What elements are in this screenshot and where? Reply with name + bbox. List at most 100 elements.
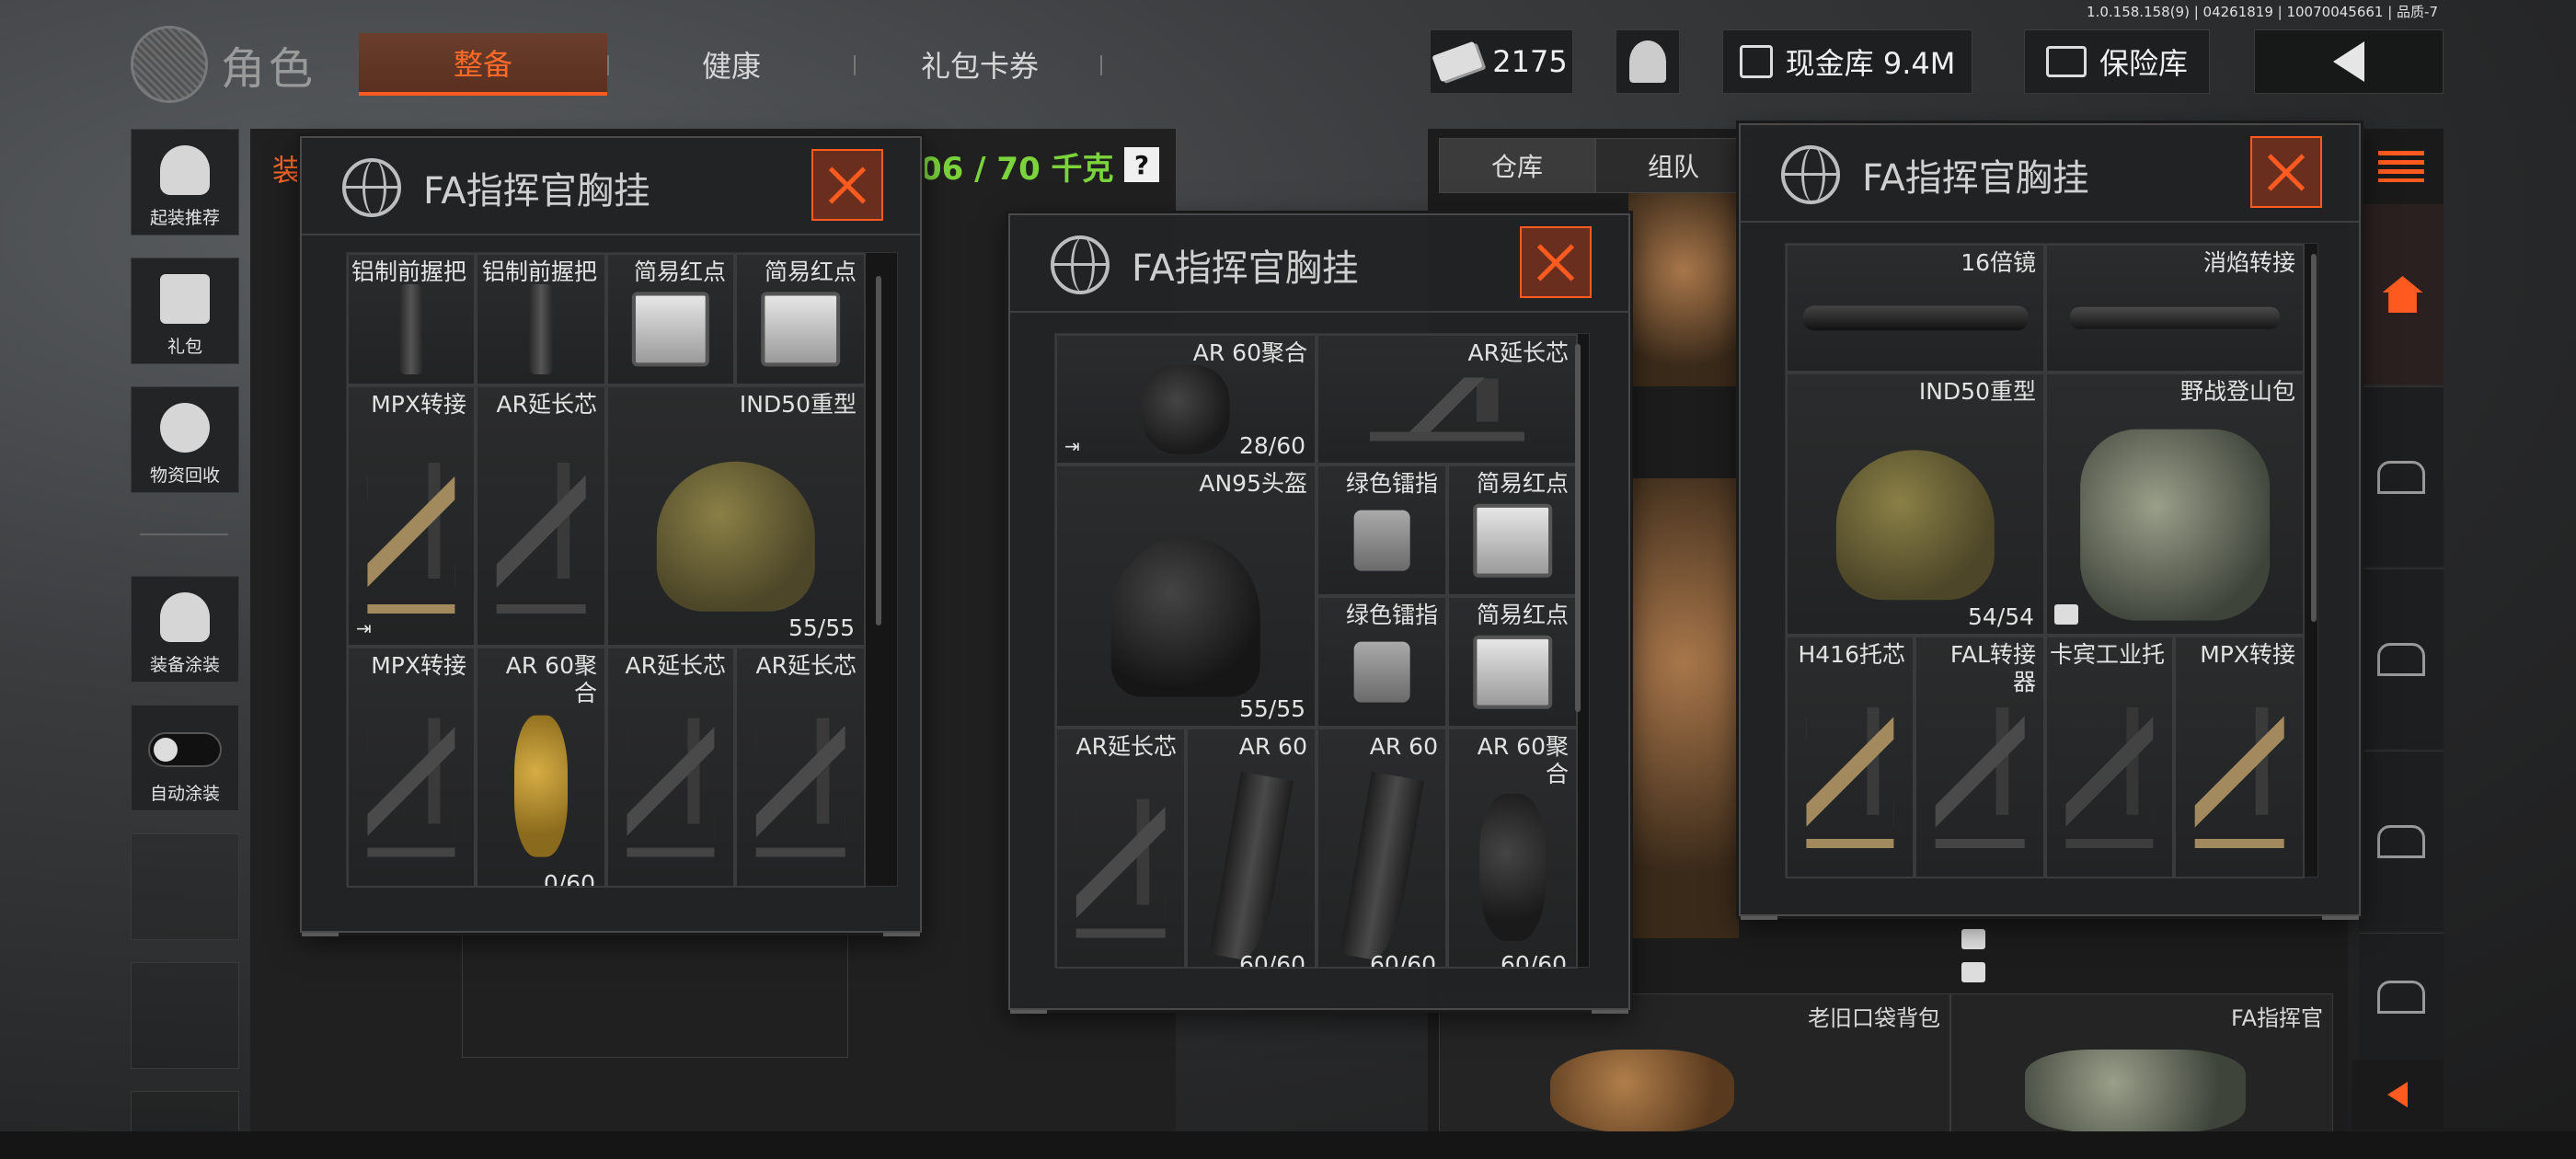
tab-health[interactable]: 健康 bbox=[607, 33, 856, 96]
sidebar-item-label: 物资回收 bbox=[149, 465, 220, 486]
container-window[interactable]: FA指挥官胸挂 16倍镜 消焰转接 IND50重型 54/54 野战登山包 H4… bbox=[1739, 123, 2361, 920]
inventory-item[interactable]: 简易红点 bbox=[1447, 596, 1578, 728]
sidebar-item-label: 起装推荐 bbox=[149, 208, 220, 228]
item-name: 铝制前握把 bbox=[351, 258, 466, 285]
inventory-item[interactable]: AR延长芯 bbox=[1055, 728, 1186, 969]
inventory-item[interactable]: IND50重型 54/54 bbox=[1786, 373, 2045, 636]
close-button[interactable] bbox=[2250, 136, 2322, 208]
foregrip-image bbox=[399, 284, 423, 375]
warehouse-room-tab[interactable] bbox=[2359, 386, 2444, 567]
item-name: 绿色镭指 bbox=[1345, 602, 1438, 628]
loadout-slot[interactable] bbox=[462, 929, 848, 1058]
warehouse-home-tab[interactable] bbox=[2359, 204, 2444, 384]
sort-button[interactable] bbox=[2359, 129, 2444, 204]
tab-team[interactable]: 组队 bbox=[1595, 138, 1752, 193]
scrollbar[interactable] bbox=[2311, 254, 2317, 622]
sidebar-item-recycle[interactable]: 物资回收 bbox=[131, 386, 239, 493]
item-ammo-count: 60/60 bbox=[1500, 951, 1567, 969]
helmet-image bbox=[1110, 536, 1261, 697]
inventory-item[interactable]: MPX转接 bbox=[347, 647, 476, 888]
container-grid: 铝制前握把 铝制前握把 简易红点 简易红点 MPX转接 ⇥ AR延长芯 IND5… bbox=[346, 252, 898, 888]
backpack-image bbox=[2080, 429, 2270, 621]
warehouse-room-tab[interactable] bbox=[2359, 751, 2444, 931]
item-ammo-count: 60/60 bbox=[1369, 951, 1436, 969]
container-window[interactable]: FA指挥官胸挂 铝制前握把 铝制前握把 简易红点 简易红点 MPX转接 ⇥ AR… bbox=[300, 136, 922, 936]
sidebar-item-auto-paint[interactable]: 自动涂装 bbox=[131, 705, 239, 811]
stash-value-button[interactable]: 现金库 9.4M bbox=[1722, 29, 1972, 94]
item-name: MPX转接 bbox=[2200, 641, 2295, 668]
inventory-item[interactable]: AR延长芯 bbox=[606, 647, 735, 888]
laser-sight-image bbox=[1353, 641, 1410, 703]
inventory-item[interactable]: 简易红点 bbox=[1447, 465, 1578, 596]
cash-display[interactable]: 2175 bbox=[1430, 29, 1573, 94]
inventory-item[interactable]: IND50重型 55/55 bbox=[606, 385, 866, 647]
magazine-image bbox=[1208, 771, 1294, 963]
stock-image bbox=[2065, 704, 2154, 848]
sidebar-item-paint[interactable]: 装备涂装 bbox=[131, 576, 239, 683]
scrollbar[interactable] bbox=[876, 276, 881, 625]
inventory-item[interactable]: 铝制前握把 bbox=[476, 253, 606, 385]
safe-button[interactable]: 保险库 bbox=[2024, 29, 2210, 94]
inventory-item[interactable]: MPX转接 ⇥ bbox=[347, 385, 476, 647]
inventory-item[interactable]: AR 60 60/60 bbox=[1317, 728, 1447, 969]
inventory-item[interactable]: AR 60聚合 60/60 bbox=[1447, 728, 1578, 969]
item-name: AR延长芯 bbox=[1467, 339, 1569, 366]
inventory-item[interactable]: 绿色镭指 bbox=[1317, 596, 1447, 728]
safe-icon bbox=[2045, 46, 2087, 77]
inventory-item[interactable]: H416托芯 bbox=[1786, 636, 1915, 878]
inventory-item[interactable]: 野战登山包 bbox=[2045, 373, 2305, 636]
close-button[interactable] bbox=[1520, 226, 1592, 298]
inventory-item[interactable]: 卡宾工业托 bbox=[2045, 636, 2174, 878]
page-title: 角色 bbox=[221, 43, 317, 95]
item-name: 野战登山包 bbox=[2179, 378, 2295, 405]
warehouse-item-image[interactable] bbox=[1628, 478, 1739, 938]
foregrip-image bbox=[529, 284, 553, 375]
warehouse-item[interactable]: 老旧口袋背包 bbox=[1439, 993, 1950, 1133]
item-name: 简易红点 bbox=[1476, 602, 1569, 628]
auto-paint-toggle[interactable] bbox=[148, 732, 222, 767]
warehouse-room-tab[interactable] bbox=[2359, 568, 2444, 749]
item-name: AR 60 bbox=[1369, 733, 1438, 760]
sidebar-item-gift[interactable]: 礼包 bbox=[131, 258, 239, 364]
window-header: FA指挥官胸挂 bbox=[342, 158, 650, 217]
close-button[interactable] bbox=[811, 149, 883, 221]
sidebar-item-recommend[interactable]: 起装推荐 bbox=[131, 129, 239, 235]
warehouse-room-tab[interactable] bbox=[2359, 933, 2444, 1060]
warehouse-item[interactable]: FA指挥官 bbox=[1950, 993, 2333, 1133]
inventory-item[interactable]: AR延长芯 bbox=[1317, 334, 1578, 465]
warehouse-item-image[interactable] bbox=[1628, 193, 1739, 386]
inventory-item[interactable]: 绿色镭指 bbox=[1317, 465, 1447, 596]
item-name: AR延长芯 bbox=[1075, 733, 1177, 760]
inventory-item[interactable]: 16倍镜 bbox=[1786, 244, 2045, 373]
warehouse-item-name: 老旧口袋背包 bbox=[1808, 1005, 1940, 1031]
tab-loadout[interactable]: 整备 bbox=[359, 33, 607, 96]
inventory-item[interactable]: AR 60聚合 28/60 ⇥ bbox=[1055, 334, 1317, 465]
item-name: AR延长芯 bbox=[496, 391, 597, 418]
stock-adapter-image bbox=[2194, 704, 2284, 848]
container-grid: 16倍镜 消焰转接 IND50重型 54/54 野战登山包 H416托芯 FAL… bbox=[1785, 243, 2318, 878]
inventory-item[interactable]: AN95头盔 55/55 bbox=[1055, 465, 1317, 728]
tab-warehouse[interactable]: 仓库 bbox=[1439, 138, 1595, 193]
helmet-image bbox=[656, 462, 816, 612]
inventory-item[interactable]: AR 60 60/60 bbox=[1186, 728, 1317, 969]
weight-help-button[interactable]: ? bbox=[1124, 147, 1159, 182]
inventory-item[interactable]: AR 60聚合 0/60 bbox=[476, 647, 606, 888]
inventory-item[interactable]: 简易红点 bbox=[606, 253, 735, 385]
inventory-item[interactable]: MPX转接 bbox=[2174, 636, 2305, 878]
agent-button[interactable] bbox=[1616, 29, 1680, 94]
inventory-item[interactable]: AR延长芯 bbox=[476, 385, 606, 647]
item-name: 简易红点 bbox=[1476, 470, 1569, 497]
inventory-item[interactable]: 铝制前握把 bbox=[347, 253, 476, 385]
inventory-item[interactable]: 消焰转接 bbox=[2045, 244, 2305, 373]
inventory-item[interactable]: 简易红点 bbox=[735, 253, 866, 385]
inventory-item[interactable]: AR延长芯 bbox=[735, 647, 866, 888]
arrow-left-icon bbox=[2387, 1082, 2408, 1107]
inventory-item[interactable]: FAL转接器 bbox=[1915, 636, 2045, 878]
scrollbar[interactable] bbox=[1575, 344, 1581, 712]
collapse-button[interactable] bbox=[2352, 1060, 2444, 1130]
container-window[interactable]: FA指挥官胸挂 AR 60聚合 28/60 ⇥ AR延长芯 AN95头盔 55/… bbox=[1008, 213, 1630, 1014]
back-button[interactable] bbox=[2254, 29, 2444, 94]
tab-gift-cards[interactable]: 礼包卡券 bbox=[856, 33, 1104, 96]
window-divider bbox=[302, 234, 920, 235]
window-divider bbox=[1010, 311, 1628, 313]
